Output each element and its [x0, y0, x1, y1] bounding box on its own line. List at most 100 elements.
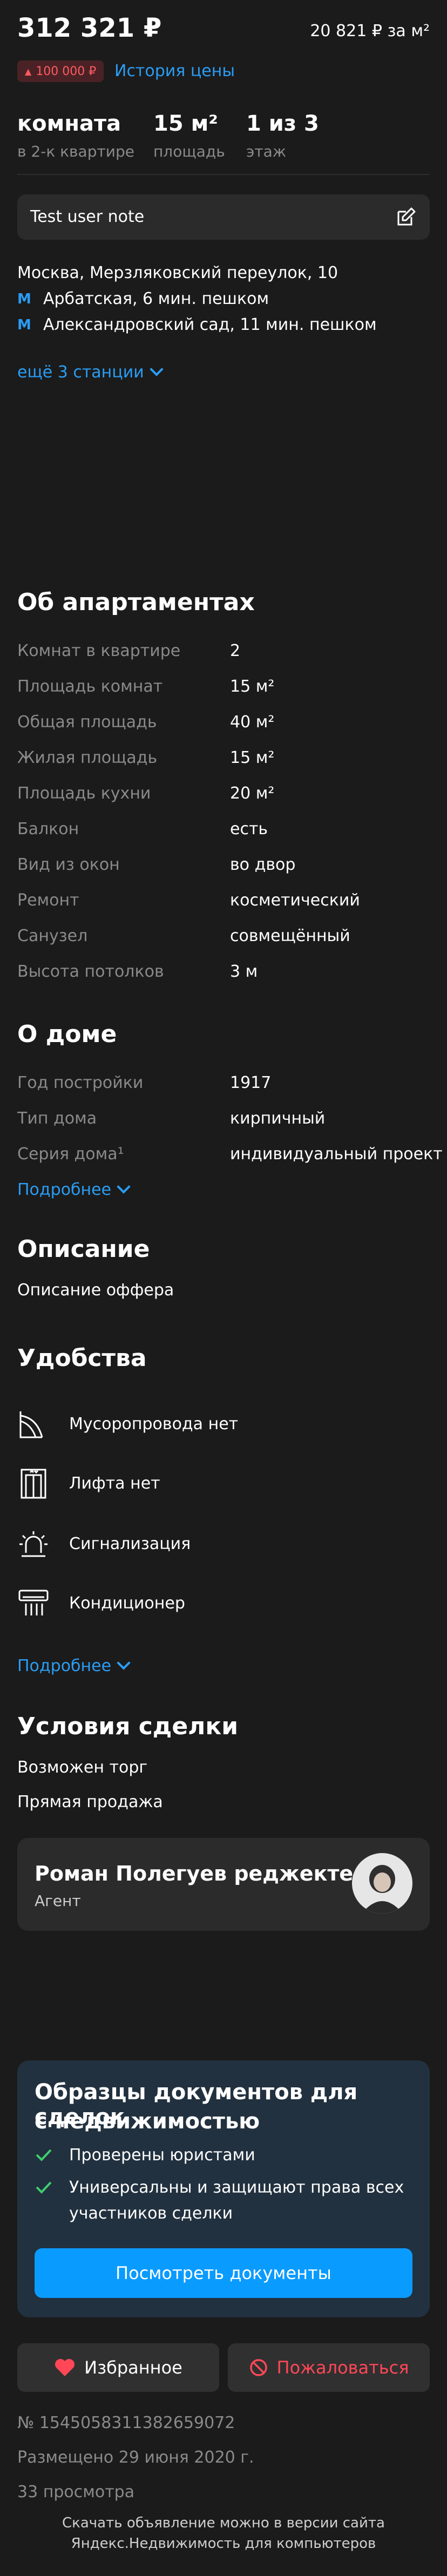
documents-card: Образцы документов для сделок с недвижим… — [17, 2060, 430, 2317]
heart-icon — [54, 2358, 76, 2377]
property-value: во двор — [230, 855, 296, 874]
price-per-sqm: 20 821 ₽ за м² — [310, 22, 430, 40]
deal-item: Возможен торг — [17, 1758, 148, 1777]
property-value: 1917 — [230, 1073, 272, 1092]
property-label: Ремонт — [17, 891, 79, 910]
check-icon — [35, 2178, 53, 2199]
check-icon — [35, 2146, 53, 2166]
amenity-label: Кондиционер — [69, 1594, 185, 1613]
house-more-link[interactable]: Подробнее — [17, 1180, 131, 1199]
divider — [17, 174, 430, 175]
property-label: Балкон — [17, 820, 79, 839]
property-value: 40 м² — [230, 713, 275, 732]
property-value: есть — [230, 820, 268, 839]
property-label: Общая площадь — [17, 713, 157, 732]
property-label: Тип дома — [17, 1109, 97, 1128]
documents-check-text: участников сделки — [69, 2204, 233, 2223]
desktop-version-note[interactable]: Скачать объявление можно в версии сайта … — [0, 2513, 447, 2554]
desktop-note-line: Скачать объявление можно в версии сайта — [62, 2515, 385, 2531]
amenities-more-link[interactable]: Подробнее — [17, 1656, 131, 1675]
offer-id: № 1545058311382659072 — [17, 2413, 235, 2432]
more-stations-label: ещё 3 станции — [17, 363, 144, 382]
garbage-chute-icon — [17, 1408, 50, 1441]
property-value: 15 м² — [230, 677, 275, 696]
property-label: Площадь комнат — [17, 677, 163, 696]
price-change-badge: ▲ 100 000 ₽ — [17, 60, 104, 82]
summary-floor: 1 из 3 этаж — [246, 111, 319, 160]
more-stations-link[interactable]: ещё 3 станции — [17, 362, 164, 382]
house-section-title: О доме — [17, 1020, 117, 1048]
property-value: кирпичный — [230, 1109, 326, 1128]
amenities-more-label: Подробнее — [17, 1657, 112, 1675]
property-value: 3 м — [230, 962, 258, 981]
amenity-label: Мусоропровода нет — [69, 1415, 239, 1434]
metro-text: Александровский сад, 11 мин. пешком — [43, 315, 377, 334]
summary-value: комната — [17, 111, 121, 136]
property-label: Площадь кухни — [17, 784, 151, 803]
price-history-link[interactable]: История цены — [114, 62, 235, 80]
favorite-label: Избранное — [84, 2357, 182, 2378]
metro-text: Арбатская, 6 мин. пешком — [43, 289, 269, 308]
elevator-icon — [17, 1468, 50, 1500]
property-label: Высота потолков — [17, 962, 164, 981]
chevron-down-icon — [117, 1656, 131, 1670]
metro-icon: M — [17, 316, 31, 333]
arrow-up-icon: ▲ — [25, 66, 32, 77]
published-date: Размещено 29 июня 2020 г. — [17, 2448, 254, 2467]
property-label: Санузел — [17, 927, 88, 945]
summary-rooms: комната в 2-к квартире — [17, 111, 134, 160]
agent-card[interactable]: Роман Полегуев реджектед1 Агент — [17, 1838, 430, 1931]
user-note-text: Test user note — [30, 207, 145, 226]
deal-item: Прямая продажа — [17, 1793, 163, 1811]
desktop-note-line: Яндекс.Недвижимость для компьютеров — [71, 2536, 376, 2552]
favorite-button[interactable]: Избранное — [17, 2343, 219, 2392]
property-value: 20 м² — [230, 784, 275, 803]
address: Москва, Мерзляковский переулок, 10 — [17, 263, 338, 282]
metro-item: M Александровский сад, 11 мин. пешком — [17, 315, 377, 334]
property-label: Комнат в квартире — [17, 641, 181, 660]
chevron-down-icon — [117, 1180, 131, 1194]
chevron-down-icon — [149, 362, 164, 376]
deal-section-title: Условия сделки — [17, 1713, 239, 1740]
views-count: 33 просмотра — [17, 2483, 135, 2501]
agent-name: Роман Полегуев реджектед1 — [35, 1862, 384, 1885]
amenity-label: Сигнализация — [69, 1534, 191, 1553]
view-documents-label: Посмотреть документы — [116, 2263, 331, 2283]
summary-value: 15 м² — [153, 111, 218, 136]
property-value: индивидуальный проект — [230, 1145, 443, 1164]
documents-check-text: Универсальны и защищают права всех — [69, 2178, 404, 2197]
metro-item: M Арбатская, 6 мин. пешком — [17, 289, 269, 308]
summary-label: этаж — [246, 143, 287, 160]
property-label: Вид из окон — [17, 855, 120, 874]
metro-icon: M — [17, 290, 31, 307]
complain-button[interactable]: Пожаловаться — [228, 2343, 430, 2392]
summary-value: 1 из 3 — [246, 111, 319, 136]
property-label: Жилая площадь — [17, 748, 158, 767]
block-icon — [249, 2358, 268, 2377]
amenities-section-title: Удобства — [17, 1344, 147, 1372]
summary-label: площадь — [153, 143, 225, 160]
property-value: 2 — [230, 641, 241, 660]
documents-title-line2: с недвижимостью — [35, 2109, 260, 2134]
avatar — [352, 1853, 412, 1914]
property-label: Год постройки — [17, 1073, 144, 1092]
property-value: косметический — [230, 891, 360, 910]
alarm-icon — [17, 1528, 50, 1560]
price: 312 321 ₽ — [17, 13, 162, 43]
complain-label: Пожаловаться — [276, 2357, 409, 2378]
property-value: совмещённый — [230, 927, 350, 945]
description-text: Описание оффера — [17, 1281, 174, 1300]
agent-role: Агент — [35, 1892, 81, 1910]
documents-check-text: Проверены юристами — [69, 2146, 255, 2165]
summary-area: 15 м² площадь — [153, 111, 225, 160]
amenity-label: Лифта нет — [69, 1474, 160, 1493]
apartment-section-title: Об апартаментах — [17, 589, 255, 616]
air-conditioner-icon — [17, 1587, 50, 1620]
house-more-label: Подробнее — [17, 1180, 112, 1199]
edit-icon[interactable] — [395, 206, 417, 228]
price-change-value: 100 000 ₽ — [36, 64, 97, 78]
user-note-card[interactable]: Test user note — [17, 194, 430, 240]
property-label: Серия дома¹ — [17, 1145, 124, 1164]
property-value: 15 м² — [230, 748, 275, 767]
view-documents-button[interactable]: Посмотреть документы — [35, 2248, 412, 2298]
